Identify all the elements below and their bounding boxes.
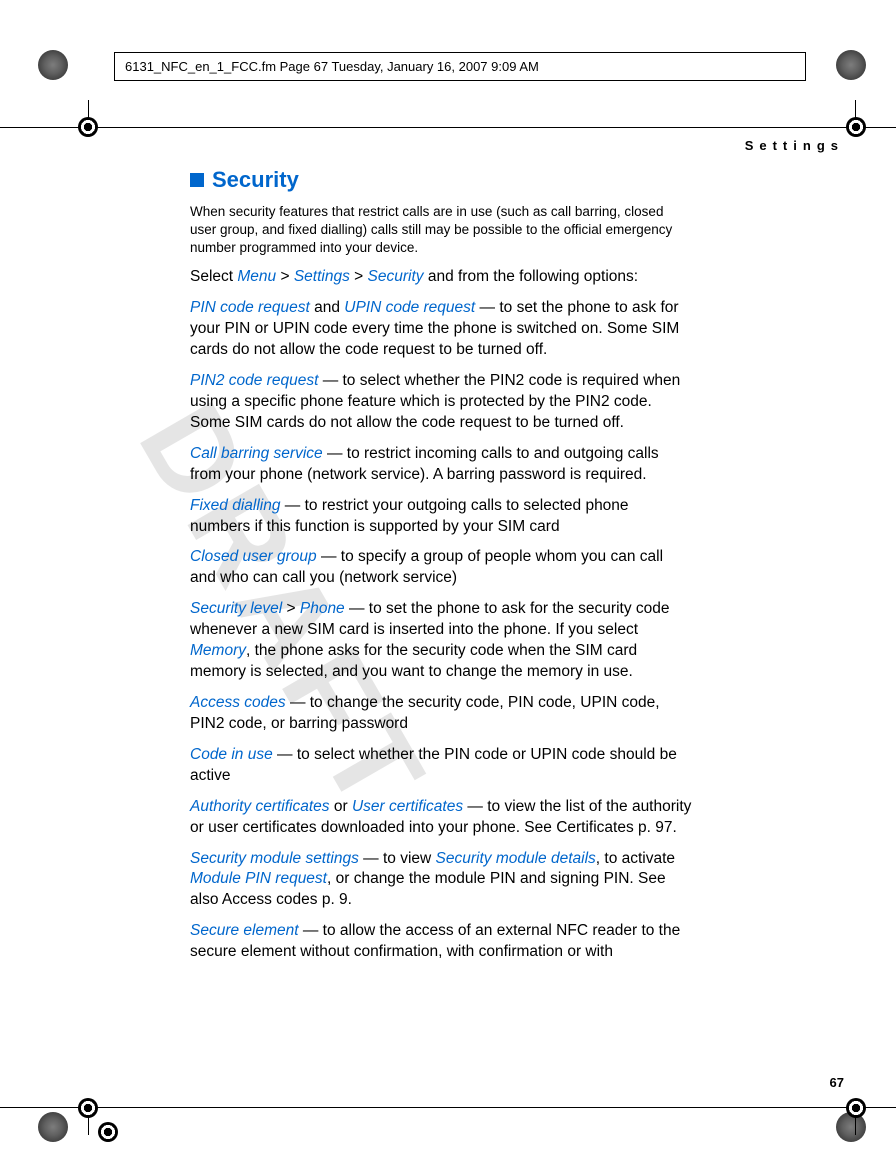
pin2-code-request-link: PIN2 code request: [190, 372, 318, 389]
text: , the phone asks for the security code w…: [190, 642, 637, 680]
access-codes-link: Access codes: [190, 694, 286, 711]
certificates-paragraph: Authority certificates or User certifica…: [190, 797, 692, 839]
registration-mark-icon: [38, 1112, 68, 1142]
memory-link: Memory: [190, 642, 246, 659]
fixed-dialling-paragraph: Fixed dialling — to restrict your outgoi…: [190, 496, 692, 538]
registration-mark-icon: [836, 50, 866, 80]
square-bullet-icon: [190, 173, 204, 187]
main-content: Security When security features that res…: [190, 165, 692, 973]
text: >: [350, 268, 368, 285]
security-level-paragraph: Security level > Phone — to set the phon…: [190, 599, 692, 683]
upin-code-request-link: UPIN code request: [344, 299, 475, 316]
user-certificates-link: User certificates: [352, 798, 463, 815]
crop-target-icon: [98, 1122, 118, 1142]
select-instruction: Select Menu > Settings > Security and fr…: [190, 267, 692, 288]
security-module-details-link: Security module details: [436, 850, 596, 867]
pin-code-request-link: PIN code request: [190, 299, 310, 316]
text: or: [330, 798, 352, 815]
section-heading: Security: [190, 165, 692, 195]
pin-code-paragraph: PIN code request and UPIN code request —…: [190, 298, 692, 361]
registration-mark-icon: [38, 50, 68, 80]
text: Select: [190, 268, 237, 285]
secure-element-link: Secure element: [190, 922, 299, 939]
crop-line: [0, 127, 896, 128]
call-barring-link: Call barring service: [190, 445, 323, 462]
heading-text: Security: [212, 165, 299, 195]
security-link: Security: [368, 268, 424, 285]
text: — to view: [359, 850, 436, 867]
crop-target-icon: [846, 117, 866, 137]
text: >: [282, 600, 300, 617]
secure-element-paragraph: Secure element — to allow the access of …: [190, 921, 692, 963]
text: and: [310, 299, 344, 316]
security-module-paragraph: Security module settings — to view Secur…: [190, 849, 692, 912]
closed-user-group-paragraph: Closed user group — to specify a group o…: [190, 547, 692, 589]
pin2-paragraph: PIN2 code request — to select whether th…: [190, 371, 692, 434]
page-number: 67: [830, 1075, 844, 1090]
section-running-header: Settings: [745, 138, 844, 153]
security-module-settings-link: Security module settings: [190, 850, 359, 867]
module-pin-request-link: Module PIN request: [190, 870, 327, 887]
code-in-use-link: Code in use: [190, 746, 273, 763]
crop-line: [855, 100, 856, 118]
authority-certificates-link: Authority certificates: [190, 798, 330, 815]
crop-target-icon: [78, 1098, 98, 1118]
menu-link: Menu: [237, 268, 276, 285]
crop-line: [88, 1117, 89, 1135]
crop-target-icon: [846, 1098, 866, 1118]
text: and from the following options:: [424, 268, 639, 285]
phone-link: Phone: [300, 600, 345, 617]
crop-line: [88, 100, 89, 118]
settings-link: Settings: [294, 268, 350, 285]
header-text: 6131_NFC_en_1_FCC.fm Page 67 Tuesday, Ja…: [125, 59, 539, 74]
crop-target-icon: [78, 117, 98, 137]
crop-line: [0, 1107, 896, 1108]
intro-paragraph: When security features that restrict cal…: [190, 203, 692, 258]
closed-user-group-link: Closed user group: [190, 548, 317, 565]
page-header-box: 6131_NFC_en_1_FCC.fm Page 67 Tuesday, Ja…: [114, 52, 806, 81]
text: >: [276, 268, 294, 285]
call-barring-paragraph: Call barring service — to restrict incom…: [190, 444, 692, 486]
code-in-use-paragraph: Code in use — to select whether the PIN …: [190, 745, 692, 787]
fixed-dialling-link: Fixed dialling: [190, 497, 280, 514]
crop-line: [855, 1117, 856, 1135]
security-level-link: Security level: [190, 600, 282, 617]
text: , to activate: [596, 850, 675, 867]
access-codes-paragraph: Access codes — to change the security co…: [190, 693, 692, 735]
